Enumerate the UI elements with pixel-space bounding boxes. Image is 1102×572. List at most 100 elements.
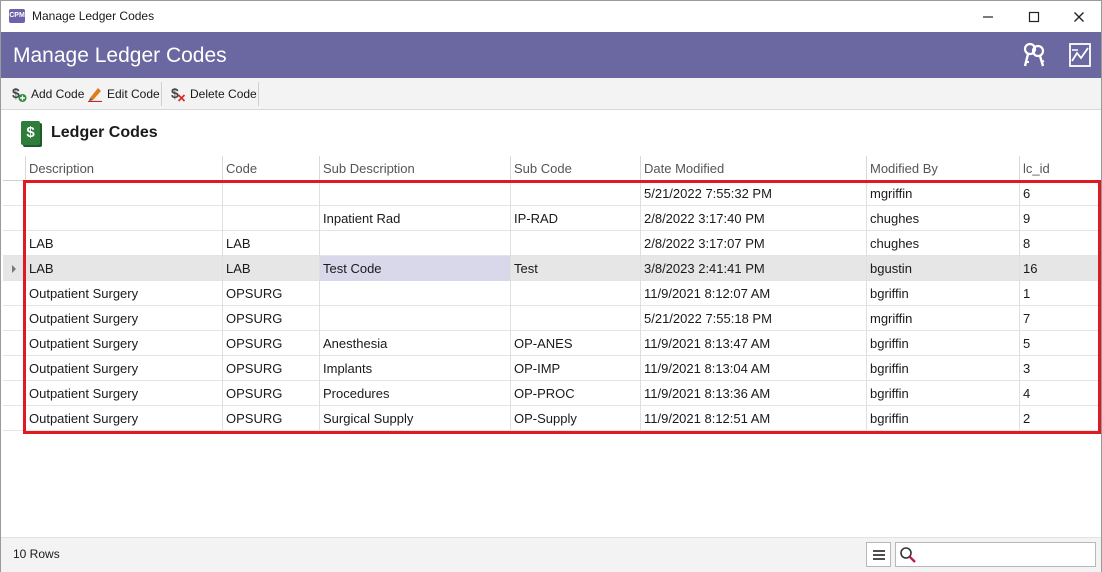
column-header-modified-by[interactable]: Modified By <box>866 156 1019 181</box>
column-header-sub-description[interactable]: Sub Description <box>319 156 510 181</box>
cell-sub-code[interactable]: OP-IMP <box>510 356 640 381</box>
cell-modified-by[interactable]: bgriffin <box>866 281 1019 306</box>
cell-description[interactable]: Outpatient Surgery <box>25 306 222 331</box>
cell-modified-by[interactable]: bgriffin <box>866 381 1019 406</box>
cell-code[interactable]: OPSURG <box>222 331 319 356</box>
table-row[interactable]: Outpatient Surgery OPSURG Procedures OP-PRO… <box>3 381 1099 406</box>
cell-code[interactable]: LAB <box>222 256 319 281</box>
table-row[interactable]: 5/21/2022 7:55:32 PM mgriffin 6 <box>3 181 1099 206</box>
cell-date-modified[interactable]: 5/21/2022 7:55:32 PM <box>640 181 866 206</box>
cell-modified-by[interactable]: chughes <box>866 206 1019 231</box>
cell-sub-code[interactable]: OP-PROC <box>510 381 640 406</box>
cell-description[interactable]: Outpatient Surgery <box>25 381 222 406</box>
cell-description[interactable]: LAB <box>25 256 222 281</box>
table-row[interactable]: LAB LAB 2/8/2022 3:17:07 PM chughes 8 <box>3 231 1099 256</box>
cell-sub-description[interactable] <box>319 281 510 306</box>
cell-date-modified[interactable]: 11/9/2021 8:13:47 AM <box>640 331 866 356</box>
cell-date-modified[interactable]: 2/8/2022 3:17:07 PM <box>640 231 866 256</box>
cell-lc-id[interactable]: 16 <box>1019 256 1099 281</box>
cell-date-modified[interactable]: 11/9/2021 8:12:51 AM <box>640 406 866 431</box>
table-row[interactable]: Inpatient Rad IP-RAD 2/8/2022 3:17:40 PM ch… <box>3 206 1099 231</box>
cell-description[interactable]: Outpatient Surgery <box>25 281 222 306</box>
cell-description[interactable]: Outpatient Surgery <box>25 331 222 356</box>
maximize-button[interactable] <box>1011 1 1057 32</box>
cell-date-modified[interactable]: 3/8/2023 2:41:41 PM <box>640 256 866 281</box>
cell-sub-description[interactable] <box>319 306 510 331</box>
cell-description[interactable] <box>25 206 222 231</box>
column-header-sub-code[interactable]: Sub Code <box>510 156 640 181</box>
cell-sub-code[interactable] <box>510 306 640 331</box>
cell-code[interactable]: LAB <box>222 231 319 256</box>
cell-modified-by[interactable]: bgriffin <box>866 356 1019 381</box>
table-row[interactable]: LAB LAB Test Code Test 3/8/2023 2:41:41 PM bg… <box>3 256 1099 281</box>
cell-date-modified[interactable]: 11/9/2021 8:12:07 AM <box>640 281 866 306</box>
cell-lc-id[interactable]: 5 <box>1019 331 1099 356</box>
cell-code[interactable] <box>222 181 319 206</box>
cell-code[interactable]: OPSURG <box>222 356 319 381</box>
table-row[interactable]: Outpatient Surgery OPSURG 5/21/2022 7:55:1… <box>3 306 1099 331</box>
cell-modified-by[interactable]: chughes <box>866 231 1019 256</box>
cell-sub-description[interactable]: Procedures <box>319 381 510 406</box>
cell-date-modified[interactable]: 2/8/2022 3:17:40 PM <box>640 206 866 231</box>
column-header-date-modified[interactable]: Date Modified <box>640 156 866 181</box>
cell-sub-code[interactable]: OP-ANES <box>510 331 640 356</box>
table-row[interactable]: Outpatient Surgery OPSURG Anesthesia OP-ANE… <box>3 331 1099 356</box>
cell-modified-by[interactable]: bgriffin <box>866 331 1019 356</box>
table-row[interactable]: Outpatient Surgery OPSURG Implants OP-IMP 11… <box>3 356 1099 381</box>
cell-code[interactable]: OPSURG <box>222 381 319 406</box>
cell-sub-description[interactable]: Implants <box>319 356 510 381</box>
cell-sub-code[interactable] <box>510 281 640 306</box>
minimize-button[interactable] <box>965 1 1011 32</box>
cell-sub-description[interactable] <box>319 181 510 206</box>
search-input[interactable] <box>920 545 1092 564</box>
cell-sub-code[interactable]: OP-Supply <box>510 406 640 431</box>
column-menu-button[interactable] <box>866 542 891 567</box>
cell-sub-description[interactable]: Surgical Supply <box>319 406 510 431</box>
close-button[interactable] <box>1056 1 1102 32</box>
cell-sub-code[interactable]: Test <box>510 256 640 281</box>
cell-sub-description[interactable]: Inpatient Rad <box>319 206 510 231</box>
cell-lc-id[interactable]: 4 <box>1019 381 1099 406</box>
chart-button[interactable] <box>1067 41 1093 69</box>
cell-sub-code[interactable] <box>510 231 640 256</box>
cell-lc-id[interactable]: 6 <box>1019 181 1099 206</box>
add-code-button[interactable]: $ Add Code <box>11 84 84 104</box>
cell-description[interactable]: LAB <box>25 231 222 256</box>
cell-sub-code[interactable] <box>510 181 640 206</box>
cell-lc-id[interactable]: 1 <box>1019 281 1099 306</box>
cell-description[interactable] <box>25 181 222 206</box>
cell-date-modified[interactable]: 5/21/2022 7:55:18 PM <box>640 306 866 331</box>
table-row[interactable]: Outpatient Surgery OPSURG 11/9/2021 8:12:0… <box>3 281 1099 306</box>
cell-lc-id[interactable]: 2 <box>1019 406 1099 431</box>
table-row[interactable]: Outpatient Surgery OPSURG Surgical Supply O… <box>3 406 1099 431</box>
cell-date-modified[interactable]: 11/9/2021 8:13:04 AM <box>640 356 866 381</box>
cell-sub-description[interactable]: Test Code <box>319 256 510 281</box>
cell-lc-id[interactable]: 3 <box>1019 356 1099 381</box>
cell-description[interactable]: Outpatient Surgery <box>25 406 222 431</box>
cell-modified-by[interactable]: mgriffin <box>866 181 1019 206</box>
cell-description[interactable]: Outpatient Surgery <box>25 356 222 381</box>
edit-code-button[interactable]: Edit Code <box>87 84 160 104</box>
cell-lc-id[interactable]: 8 <box>1019 231 1099 256</box>
cell-modified-by[interactable]: bgustin <box>866 256 1019 281</box>
delete-code-button[interactable]: $ Delete Code <box>170 84 257 104</box>
cell-lc-id[interactable]: 9 <box>1019 206 1099 231</box>
cell-code[interactable] <box>222 206 319 231</box>
ledger-codes-grid[interactable]: Description Code Sub Description Sub Code Da… <box>3 156 1099 536</box>
cell-code[interactable]: OPSURG <box>222 406 319 431</box>
column-header-code[interactable]: Code <box>222 156 319 181</box>
keys-button[interactable] <box>1021 41 1047 69</box>
cell-date-modified[interactable]: 11/9/2021 8:13:36 AM <box>640 381 866 406</box>
cell-sub-description[interactable] <box>319 231 510 256</box>
cell-modified-by[interactable]: mgriffin <box>866 306 1019 331</box>
cell-modified-by[interactable]: bgriffin <box>866 406 1019 431</box>
cell-code[interactable]: OPSURG <box>222 281 319 306</box>
column-header-description[interactable]: Description <box>25 156 222 181</box>
cell-code[interactable]: OPSURG <box>222 306 319 331</box>
column-header-lc-id[interactable]: lc_id <box>1019 156 1099 181</box>
cell-sub-description[interactable]: Anesthesia <box>319 331 510 356</box>
cell-lc-id[interactable]: 7 <box>1019 306 1099 331</box>
delete-code-label: Delete Code <box>190 87 257 101</box>
search-field[interactable] <box>895 542 1096 567</box>
cell-sub-code[interactable]: IP-RAD <box>510 206 640 231</box>
